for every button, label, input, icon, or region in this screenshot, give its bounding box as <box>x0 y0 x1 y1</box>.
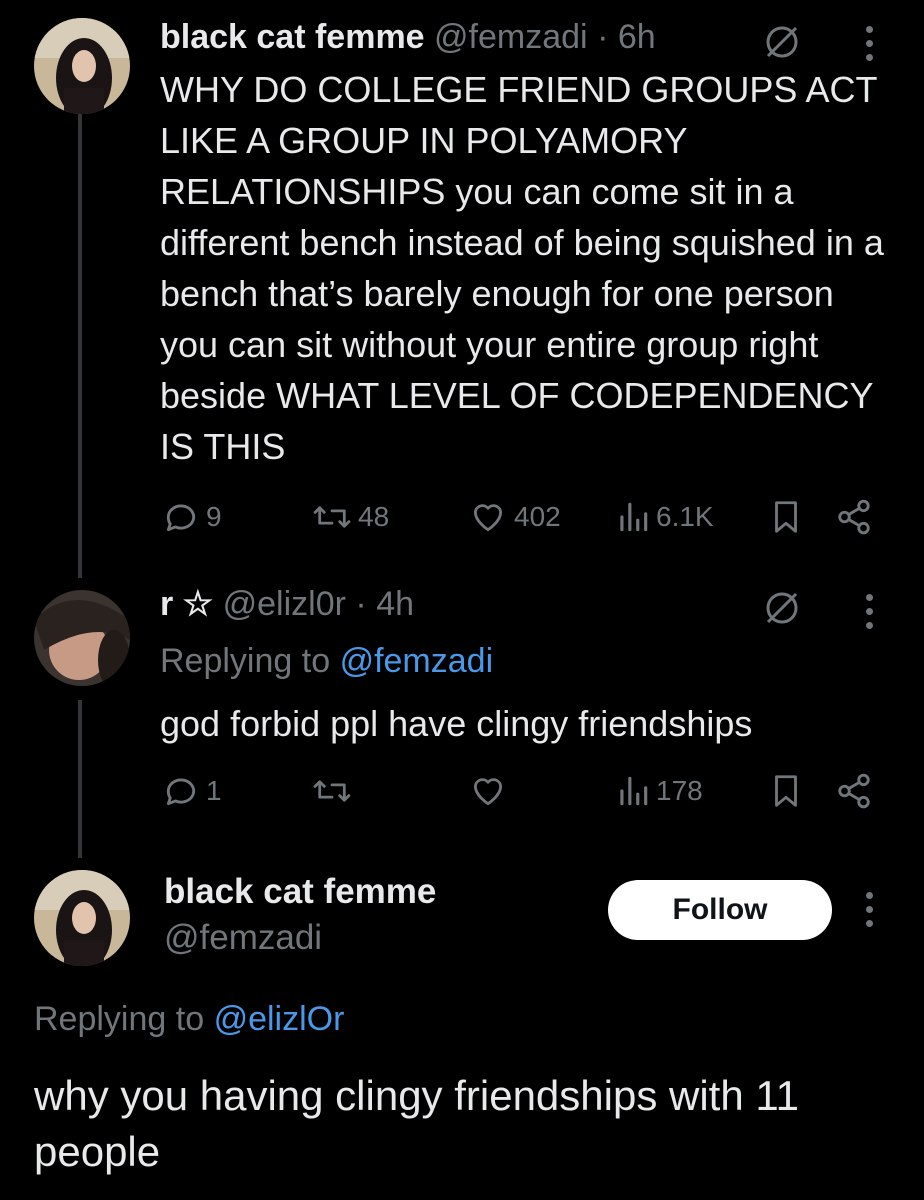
retweet-button[interactable]: 48 <box>312 498 389 536</box>
thread-line-1 <box>78 112 82 578</box>
views-icon <box>616 772 650 810</box>
author-handle[interactable]: @elizl0r <box>223 585 346 623</box>
tweet1-header: black cat femme @femzadi · 6h <box>160 18 656 57</box>
views-button[interactable]: 6.1K <box>616 498 714 536</box>
views-count: 6.1K <box>656 501 714 532</box>
bookmark-icon <box>770 772 802 810</box>
avatar-femzadi[interactable] <box>34 18 130 114</box>
author-name[interactable]: black cat femme <box>164 872 436 912</box>
avatar-femzadi[interactable] <box>34 870 130 966</box>
more-icon[interactable] <box>866 594 873 629</box>
author-handle[interactable]: @femzadi <box>164 918 322 958</box>
like-icon <box>468 772 508 810</box>
tweet-text: why you having clingy friendships with 1… <box>34 1072 799 1175</box>
retweet-icon <box>312 772 352 810</box>
share-button[interactable] <box>834 772 874 810</box>
reply-count: 1 <box>206 775 222 806</box>
views-count: 178 <box>656 775 703 806</box>
like-icon <box>468 498 508 536</box>
replying-handle-link[interactable]: @elizlOr <box>214 1000 345 1038</box>
reply-icon <box>162 498 200 536</box>
share-button[interactable] <box>834 498 874 536</box>
author-name[interactable]: black cat femme <box>160 18 425 56</box>
tweet-text: WHY DO COLLEGE FRIEND GROUPS ACT LIKE A … <box>160 69 884 467</box>
tweet-text: god forbid ppl have clingy friendships <box>160 703 753 744</box>
author-name[interactable]: r ☆ <box>160 585 213 623</box>
author-handle[interactable]: @femzadi <box>434 18 588 56</box>
more-icon[interactable] <box>866 26 873 61</box>
replying-to: Replying to @elizlOr <box>34 1000 344 1039</box>
timestamp[interactable]: 6h <box>618 18 656 56</box>
muted-icon[interactable] <box>762 588 802 633</box>
bookmark-icon <box>770 498 802 536</box>
thread-line-2 <box>78 700 82 858</box>
reply-count: 9 <box>206 501 222 532</box>
share-icon <box>834 772 874 810</box>
follow-button[interactable]: Follow <box>608 880 832 940</box>
dot-separator: · <box>597 18 609 56</box>
avatar-elizl0r[interactable] <box>34 590 130 686</box>
views-icon <box>616 498 650 536</box>
bookmark-button[interactable] <box>770 772 802 810</box>
timestamp[interactable]: 4h <box>376 585 414 623</box>
retweet-button[interactable] <box>312 772 352 810</box>
reply-button[interactable]: 9 <box>162 498 222 536</box>
share-icon <box>834 498 874 536</box>
more-icon[interactable] <box>866 892 873 927</box>
replying-handle-link[interactable]: @femzadi <box>340 642 494 680</box>
replying-prefix: Replying to <box>160 642 331 680</box>
retweet-icon <box>312 498 352 536</box>
like-count: 402 <box>514 501 561 532</box>
reply-icon <box>162 772 200 810</box>
reply-button[interactable]: 1 <box>162 772 222 810</box>
like-button[interactable]: 402 <box>468 498 561 536</box>
bookmark-button[interactable] <box>770 498 802 536</box>
replying-prefix: Replying to <box>34 1000 205 1038</box>
retweet-count: 48 <box>358 501 390 532</box>
muted-icon[interactable] <box>762 22 802 67</box>
tweet2-header: r ☆ @elizl0r · 4h <box>160 584 414 624</box>
like-button[interactable] <box>468 772 508 810</box>
dot-separator: · <box>355 585 367 623</box>
replying-to: Replying to @femzadi <box>160 642 493 681</box>
views-button[interactable]: 178 <box>616 772 703 810</box>
